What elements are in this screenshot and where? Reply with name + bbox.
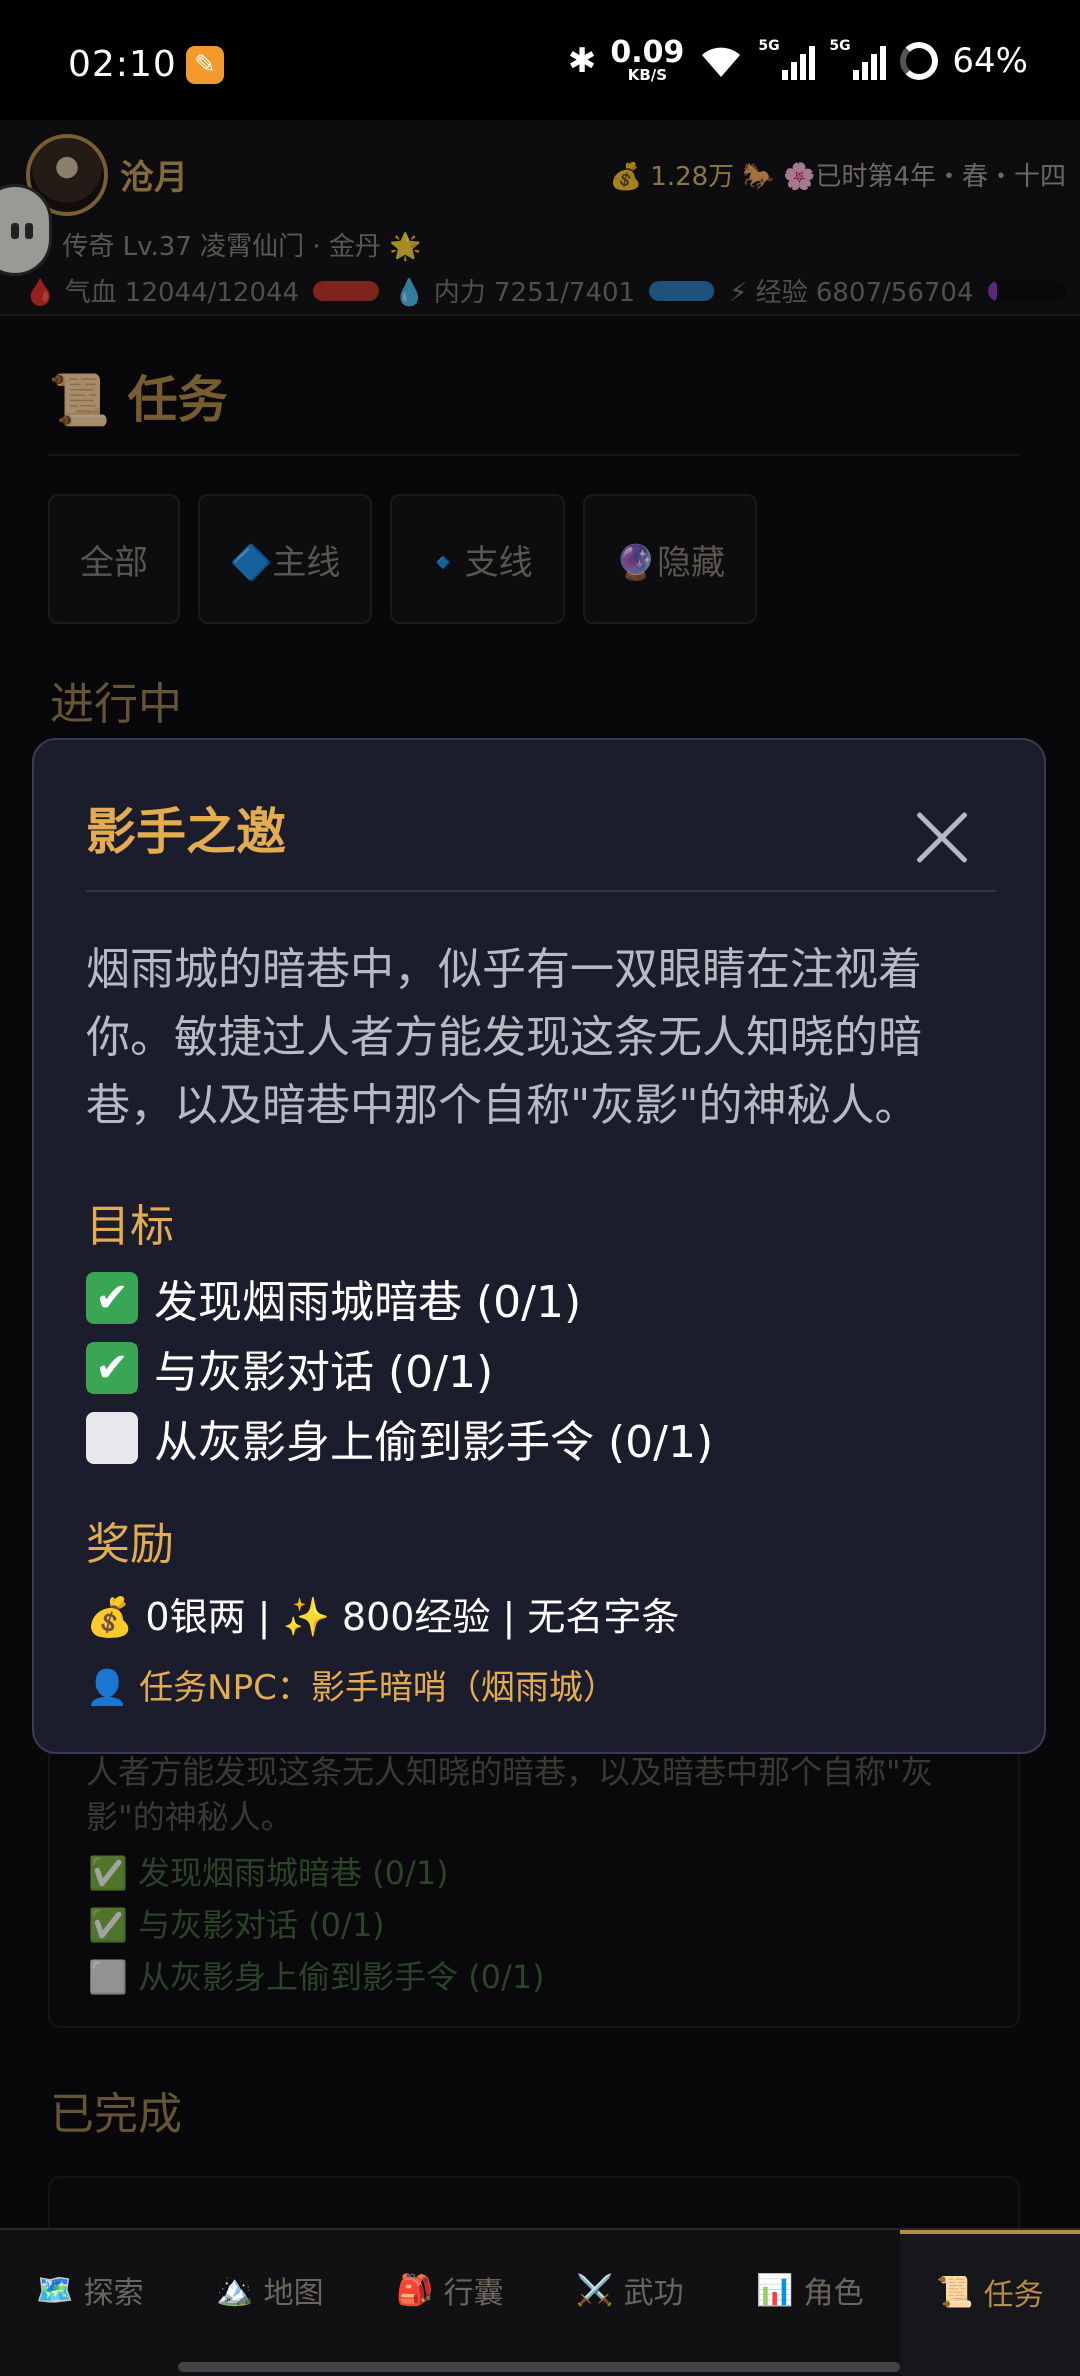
nav-tasks[interactable]: 📜 任务 <box>900 2230 1080 2376</box>
swords-icon: ⚔️ <box>576 2272 614 2308</box>
map-icon: 🗺️ <box>36 2272 74 2308</box>
nav-character[interactable]: 📊 角色 <box>720 2230 900 2376</box>
signal-icon-2: 5G <box>829 38 887 80</box>
battery-ring-icon <box>900 41 939 80</box>
wifi-icon <box>702 47 741 77</box>
divider <box>86 890 996 892</box>
bottom-nav: 🗺️ 探索 🏔️ 地图 🎒 行囊 ⚔️ 武功 📊 角色 📜 任务 <box>0 2228 1080 2376</box>
status-bar: 02:10 ✎ ✱ 0.09 KB/S 5G 5G 64% <box>0 0 1080 120</box>
home-indicator[interactable] <box>178 2362 900 2372</box>
objective-item: ✔ 发现烟雨城暗巷 (0/1) <box>86 1266 581 1330</box>
unchecked-icon <box>86 1412 138 1464</box>
network-speed: 0.09 KB/S <box>610 35 685 84</box>
bluetooth-icon: ✱ <box>567 40 597 81</box>
battery-level: 64% <box>952 40 1028 81</box>
objectives-heading: 目标 <box>86 1201 174 1252</box>
quest-description: 烟雨城的暗巷中，似乎有一双眼睛在注视着你。敏捷过人者方能发现这条无人知晓的暗巷，… <box>86 944 922 1131</box>
quest-npc: 👤 任务NPC：影手暗哨（烟雨城） <box>86 1668 617 1708</box>
objective-item: ✔ 与灰影对话 (0/1) <box>86 1336 493 1400</box>
nav-skills[interactable]: ⚔️ 武功 <box>540 2230 720 2376</box>
app-notification-icon: ✎ <box>186 46 224 84</box>
status-icons: ✱ 0.09 KB/S 5G 5G 64% <box>568 38 1028 83</box>
nav-explore[interactable]: 🗺️ 探索 <box>0 2230 180 2376</box>
checked-icon: ✔ <box>86 1272 138 1324</box>
checked-icon: ✔ <box>86 1342 138 1394</box>
scroll-icon: 📜 <box>936 2274 974 2310</box>
objective-item: 从灰影身上偷到影手令 (0/1) <box>86 1406 713 1470</box>
nav-bag[interactable]: 🎒 行囊 <box>360 2230 540 2376</box>
mountain-icon: 🏔️ <box>216 2272 254 2308</box>
nav-map[interactable]: 🏔️ 地图 <box>180 2230 360 2376</box>
backpack-icon: 🎒 <box>396 2272 434 2308</box>
signal-icon: 5G <box>758 38 816 80</box>
quest-title: 影手之邀 <box>86 803 286 861</box>
close-icon[interactable] <box>914 810 970 866</box>
quest-detail-modal: 影手之邀 烟雨城的暗巷中，似乎有一双眼睛在注视着你。敏捷过人者方能发现这条无人知… <box>32 738 1046 1754</box>
rewards-line: 💰 0银两 | ✨ 800经验 | 无名字条 <box>86 1595 680 1639</box>
rewards-heading: 奖励 <box>86 1519 174 1570</box>
clock: 02:10 <box>68 44 177 85</box>
chart-icon: 📊 <box>756 2272 794 2308</box>
